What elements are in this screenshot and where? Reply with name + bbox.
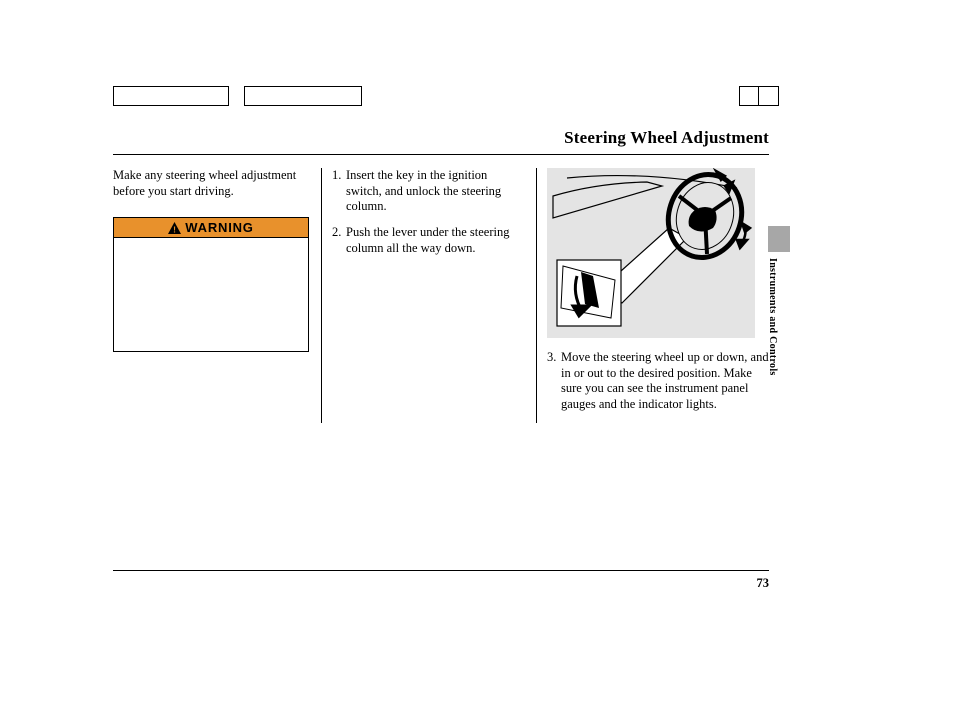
svg-text:!: !	[173, 224, 176, 234]
side-label: Instruments and Controls	[767, 258, 778, 376]
footer-rule	[113, 570, 769, 571]
title-rule	[113, 154, 769, 155]
manual-page: Steering Wheel Adjustment Make any steer…	[0, 0, 954, 710]
step-3: 3. Move the steering wheel up or down, a…	[547, 350, 769, 413]
step-text: Insert the key in the ignition switch, a…	[346, 168, 526, 215]
step-text: Move the steering wheel up or down, and …	[561, 350, 769, 413]
warning-box: ! WARNING	[113, 217, 309, 352]
warning-header: ! WARNING	[114, 218, 308, 238]
footer: 73	[113, 570, 769, 571]
steering-wheel-figure	[547, 168, 755, 338]
step-number: 1.	[332, 168, 346, 215]
step-text: Push the lever under the steering column…	[346, 225, 526, 256]
intro-text: Make any steering wheel adjustment befor…	[113, 168, 313, 199]
page-number: 73	[757, 576, 770, 591]
column-1: Make any steering wheel adjustment befor…	[113, 168, 321, 423]
crop-box	[244, 86, 362, 106]
crop-box	[113, 86, 229, 106]
section-tab	[768, 226, 790, 252]
step-1: 1. Insert the key in the ignition switch…	[332, 168, 526, 215]
heading-area: Steering Wheel Adjustment	[113, 128, 769, 155]
crop-squares	[739, 86, 779, 106]
step-2: 2. Push the lever under the steering col…	[332, 225, 526, 256]
warning-label: WARNING	[185, 220, 253, 236]
step-number: 3.	[547, 350, 561, 413]
content-columns: Make any steering wheel adjustment befor…	[113, 168, 769, 423]
column-2: 1. Insert the key in the ignition switch…	[321, 168, 537, 423]
page-title: Steering Wheel Adjustment	[113, 128, 769, 148]
column-3: 3. Move the steering wheel up or down, a…	[537, 168, 769, 423]
step-number: 2.	[332, 225, 346, 256]
warning-triangle-icon: !	[168, 222, 181, 234]
